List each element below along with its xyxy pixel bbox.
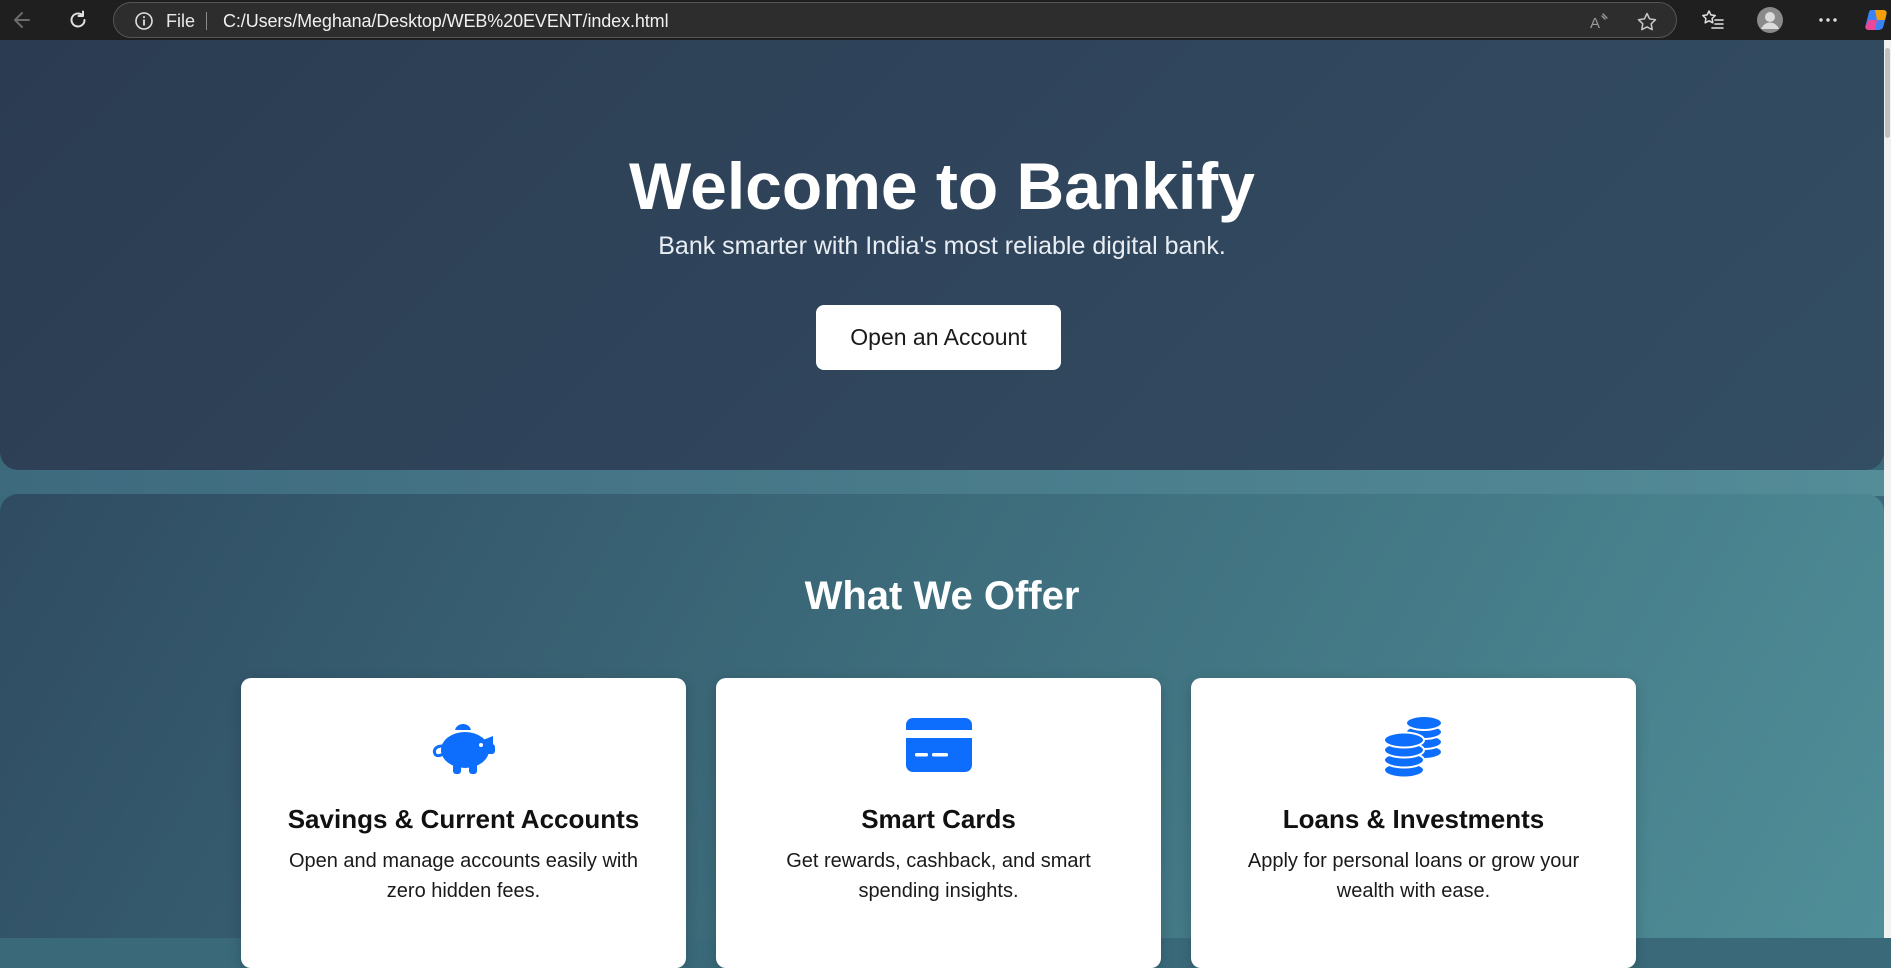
address-bar[interactable]: File C:/Users/Meghana/Desktop/WEB%20EVEN…	[113, 2, 1677, 38]
copilot-button[interactable]	[1863, 6, 1891, 34]
offers-title: What We Offer	[804, 574, 1080, 618]
card-description: Get rewards, cashback, and smart spendin…	[786, 850, 1091, 902]
back-arrow-icon	[14, 12, 30, 28]
read-aloud-icon[interactable]: A	[1588, 11, 1610, 33]
card-title: Smart Cards	[861, 804, 1016, 834]
file-scheme-label[interactable]: File	[166, 11, 195, 32]
offer-card-savings[interactable]: Savings & Current Accounts Open and mana…	[241, 678, 686, 968]
reload-button[interactable]	[60, 4, 96, 36]
settings-menu-button[interactable]	[1814, 6, 1842, 34]
card-title: Loans & Investments	[1282, 804, 1545, 834]
favorite-star-icon[interactable]	[1636, 11, 1658, 33]
svg-text:A: A	[1590, 15, 1600, 32]
card-description: Open and manage accounts easily with zer…	[288, 850, 639, 902]
hero-subtitle: Bank smarter with India's most reliable …	[658, 232, 1226, 260]
offer-card-loans[interactable]: Loans & Investments Apply for personal l…	[1191, 678, 1636, 968]
page-scrollbar[interactable]	[1884, 40, 1891, 938]
avatar-icon	[1757, 7, 1783, 33]
coins-icon	[1382, 715, 1443, 778]
more-dots-icon	[1819, 18, 1837, 22]
profile-button[interactable]	[1756, 6, 1784, 34]
offer-card-smart-cards[interactable]: Smart Cards Get rewards, cashback, and s…	[716, 678, 1161, 968]
section-divider	[0, 470, 1884, 496]
reload-icon	[70, 10, 86, 28]
offers-section: What We Offer Savings & Current Accounts…	[0, 494, 1884, 968]
scrollbar-thumb[interactable]	[1885, 48, 1890, 138]
favorites-list-icon	[1702, 10, 1724, 29]
hero-title: Welcome to Bankify	[629, 149, 1255, 223]
back-button[interactable]	[4, 4, 40, 36]
piggy-bank-icon	[432, 724, 495, 774]
url-text[interactable]: C:/Users/Meghana/Desktop/WEB%20EVENT/ind…	[223, 11, 669, 32]
favorites-button[interactable]	[1699, 6, 1727, 34]
browser-toolbar: File C:/Users/Meghana/Desktop/WEB%20EVEN…	[0, 0, 1891, 40]
credit-card-icon	[905, 718, 972, 772]
address-separator	[206, 12, 207, 30]
card-description: Apply for personal loans or grow your we…	[1247, 850, 1580, 902]
open-account-button[interactable]: Open an Account	[816, 305, 1061, 370]
copilot-icon	[1865, 10, 1887, 30]
card-title: Savings & Current Accounts	[287, 804, 640, 834]
hero-section: Welcome to Bankify Bank smarter with Ind…	[0, 40, 1884, 470]
info-icon[interactable]	[134, 11, 154, 31]
